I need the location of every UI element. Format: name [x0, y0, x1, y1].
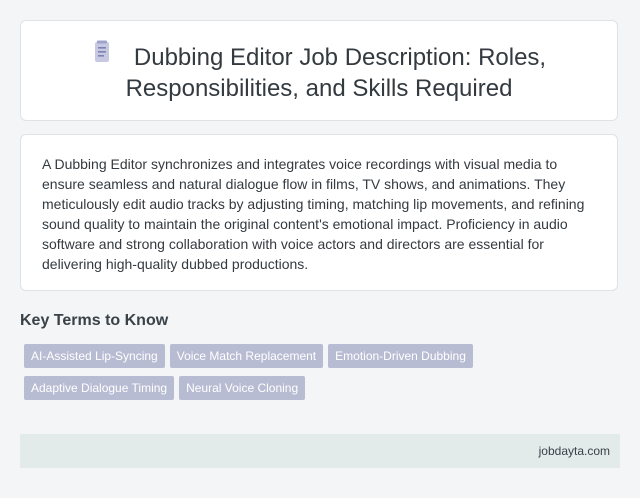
page-title-text: Dubbing Editor Job Description: Roles, R…: [125, 44, 547, 103]
tag-adaptive-dialogue-timing: Adaptive Dialogue Timing: [24, 376, 175, 400]
key-terms-tags: AI-Assisted Lip-Syncing Voice Match Repla…: [24, 344, 494, 408]
key-terms-heading: Key Terms to Know: [20, 312, 169, 329]
footer: jobdayta.com: [20, 434, 620, 468]
document-icon: [92, 40, 112, 71]
tag-ai-assisted-lip-syncing: AI-Assisted Lip-Syncing: [24, 344, 165, 368]
tag-voice-match-replacement: Voice Match Replacement: [169, 344, 324, 368]
title-card: Dubbing Editor Job Description: Roles, R…: [20, 20, 618, 121]
description-text: A Dubbing Editor synchronizes and integr…: [42, 156, 585, 272]
page-title: Dubbing Editor Job Description: Roles, R…: [21, 40, 617, 103]
footer-site-link[interactable]: jobdayta.com: [539, 444, 610, 458]
tag-emotion-driven-dubbing: Emotion-Driven Dubbing: [328, 344, 473, 368]
description-card: A Dubbing Editor synchronizes and integr…: [20, 134, 618, 291]
tag-neural-voice-cloning: Neural Voice Cloning: [179, 376, 306, 400]
